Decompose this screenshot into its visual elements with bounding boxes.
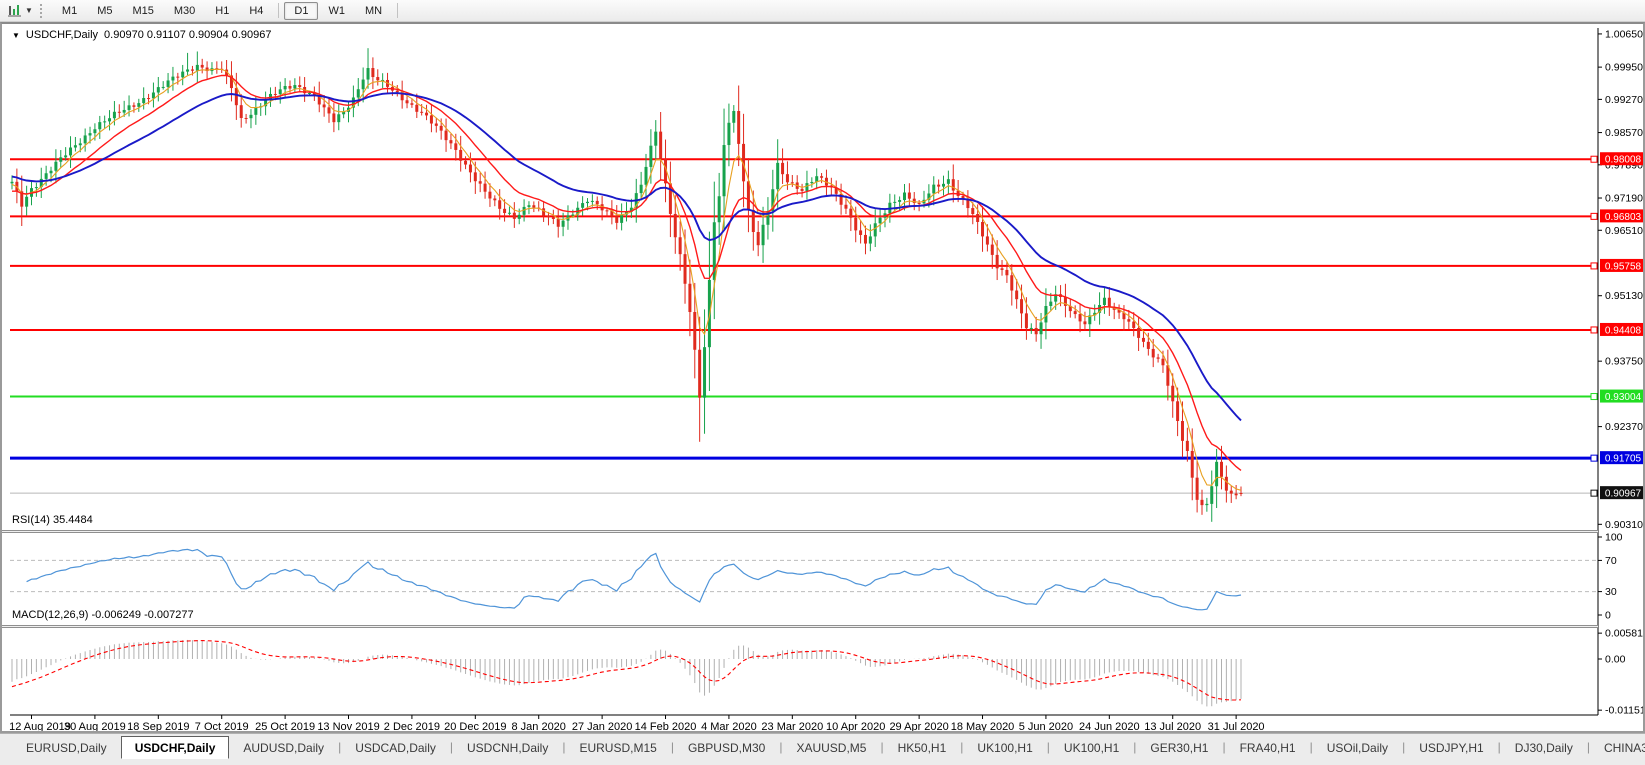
timeframe-button-d1[interactable]: D1 [284, 2, 318, 20]
chart-tab-usdchf-daily[interactable]: USDCHF,Daily [121, 736, 230, 759]
svg-text:4 Mar 2020: 4 Mar 2020 [701, 721, 757, 731]
collapse-triangle-icon[interactable]: ▼ [12, 31, 20, 40]
svg-text:0.95130: 0.95130 [1605, 290, 1643, 302]
svg-text:13 Nov 2019: 13 Nov 2019 [317, 721, 379, 731]
svg-text:30 Aug 2019: 30 Aug 2019 [64, 721, 126, 731]
svg-text:0.91705: 0.91705 [1605, 454, 1642, 465]
chart-canvas[interactable]: 1.006500.999500.992700.985700.978900.971… [2, 24, 1643, 731]
chevron-down-icon: ▼ [25, 6, 33, 15]
svg-text:0.97190: 0.97190 [1605, 193, 1643, 205]
timeframe-button-h4[interactable]: H4 [239, 2, 273, 20]
svg-text:18 May 2020: 18 May 2020 [951, 721, 1015, 731]
timeframe-button-h1[interactable]: H1 [205, 2, 239, 20]
svg-text:10 Apr 2020: 10 Apr 2020 [826, 721, 885, 731]
svg-text:30: 30 [1605, 586, 1617, 598]
svg-text:0.93750: 0.93750 [1605, 356, 1643, 368]
chart-symbol-label: USDCHF,Daily [26, 29, 98, 41]
svg-text:5 Jun 2020: 5 Jun 2020 [1019, 721, 1073, 731]
timeframe-button-m1[interactable]: M1 [52, 2, 87, 20]
svg-text:0.95758: 0.95758 [1605, 261, 1642, 272]
chart-tab-audusd-daily[interactable]: AUDUSD,Daily [229, 736, 338, 759]
svg-text:8 Jan 2020: 8 Jan 2020 [511, 721, 565, 731]
charts-toolbar-icon [7, 3, 23, 19]
chart-title: ▼ USDCHF,Daily 0.90970 0.91107 0.90904 0… [12, 29, 271, 41]
svg-text:2 Dec 2019: 2 Dec 2019 [384, 721, 440, 731]
svg-text:24 Jun 2020: 24 Jun 2020 [1079, 721, 1140, 731]
svg-text:0.93004: 0.93004 [1605, 392, 1642, 403]
toolbar: ▼ M1M5M15M30H1H4 D1W1MN [0, 0, 1645, 22]
chart-tabs-bar: EURUSD,DailyUSDCHF,DailyAUDUSD,Daily|USD… [0, 733, 1645, 765]
toolbar-grip[interactable] [40, 4, 46, 18]
chart-tab-usoil-daily[interactable]: USOil,Daily [1313, 736, 1402, 759]
chart-tab-uk100-h1[interactable]: UK100,H1 [1050, 736, 1133, 759]
toolbar-divider [278, 3, 279, 18]
svg-text:20 Dec 2019: 20 Dec 2019 [444, 721, 506, 731]
macd-label: MACD(12,26,9) -0.006249 -0.007277 [12, 609, 194, 621]
svg-text:1.00650: 1.00650 [1605, 28, 1643, 40]
svg-text:0.99950: 0.99950 [1605, 62, 1643, 74]
svg-text:0.005818: 0.005818 [1605, 628, 1643, 640]
chart-ohlc-values: 0.90970 0.91107 0.90904 0.90967 [104, 29, 271, 41]
chart-tab-uk100-h1[interactable]: UK100,H1 [963, 736, 1046, 759]
timeframe-button-m5[interactable]: M5 [87, 2, 122, 20]
chart-tab-usdjpy-h1[interactable]: USDJPY,H1 [1405, 736, 1497, 759]
svg-text:13 Jul 2020: 13 Jul 2020 [1144, 721, 1201, 731]
timeframe-button-w1[interactable]: W1 [318, 2, 355, 20]
svg-text:0.00: 0.00 [1605, 654, 1626, 666]
svg-text:12 Aug 2019: 12 Aug 2019 [9, 721, 71, 731]
svg-text:0.94408: 0.94408 [1605, 325, 1642, 336]
chart-tab-usdcnh-daily[interactable]: USDCNH,Daily [453, 736, 562, 759]
rsi-label: RSI(14) 35.4484 [12, 514, 93, 526]
timeframe-button-m15[interactable]: M15 [122, 2, 163, 20]
svg-text:7 Oct 2019: 7 Oct 2019 [195, 721, 249, 731]
svg-text:14 Feb 2020: 14 Feb 2020 [635, 721, 697, 731]
svg-text:23 Mar 2020: 23 Mar 2020 [761, 721, 823, 731]
svg-text:0.99270: 0.99270 [1605, 94, 1643, 106]
timeframe-button-m30[interactable]: M30 [164, 2, 205, 20]
timeframe-buttons: M1M5M15M30H1H4 D1W1MN [52, 2, 403, 20]
svg-text:100: 100 [1605, 532, 1623, 544]
chart-tab-xauusd-m5[interactable]: XAUUSD,M5 [782, 736, 880, 759]
svg-text:25 Oct 2019: 25 Oct 2019 [255, 721, 315, 731]
chart-tab-china300-h4[interactable]: CHINA300,H4 [1590, 736, 1645, 759]
svg-text:27 Jan 2020: 27 Jan 2020 [572, 721, 633, 731]
chart-window: 1.006500.999500.992700.985700.978900.971… [0, 22, 1645, 733]
svg-text:18 Sep 2019: 18 Sep 2019 [127, 721, 189, 731]
chart-tab-ger30-h1[interactable]: GER30,H1 [1136, 736, 1222, 759]
svg-text:0.90967: 0.90967 [1605, 489, 1642, 500]
svg-text:-0.011514: -0.011514 [1605, 705, 1643, 717]
chart-tab-fra40-h1[interactable]: FRA40,H1 [1226, 736, 1310, 759]
svg-text:31 Jul 2020: 31 Jul 2020 [1208, 721, 1265, 731]
toolbar-divider [397, 3, 398, 18]
chart-tab-hk50-h1[interactable]: HK50,H1 [884, 736, 961, 759]
svg-text:70: 70 [1605, 555, 1617, 567]
svg-text:0.90310: 0.90310 [1605, 519, 1643, 531]
svg-text:0.92370: 0.92370 [1605, 421, 1643, 433]
svg-text:0.98008: 0.98008 [1605, 155, 1642, 166]
chart-tab-eurusd-daily[interactable]: EURUSD,Daily [12, 736, 121, 759]
svg-text:0.98570: 0.98570 [1605, 127, 1643, 139]
chart-tab-gbpusd-m30[interactable]: GBPUSD,M30 [674, 736, 779, 759]
chart-tab-usdcad-daily[interactable]: USDCAD,Daily [341, 736, 450, 759]
svg-text:0.96803: 0.96803 [1605, 212, 1642, 223]
svg-text:0: 0 [1605, 610, 1611, 622]
charts-toolbar-button[interactable]: ▼ [4, 2, 36, 20]
timeframe-button-mn[interactable]: MN [355, 2, 392, 20]
svg-text:0.96510: 0.96510 [1605, 225, 1643, 237]
chart-tab-eurusd-m15[interactable]: EURUSD,M15 [565, 736, 670, 759]
chart-tab-dj30-daily[interactable]: DJ30,Daily [1501, 736, 1587, 759]
svg-text:29 Apr 2020: 29 Apr 2020 [889, 721, 948, 731]
